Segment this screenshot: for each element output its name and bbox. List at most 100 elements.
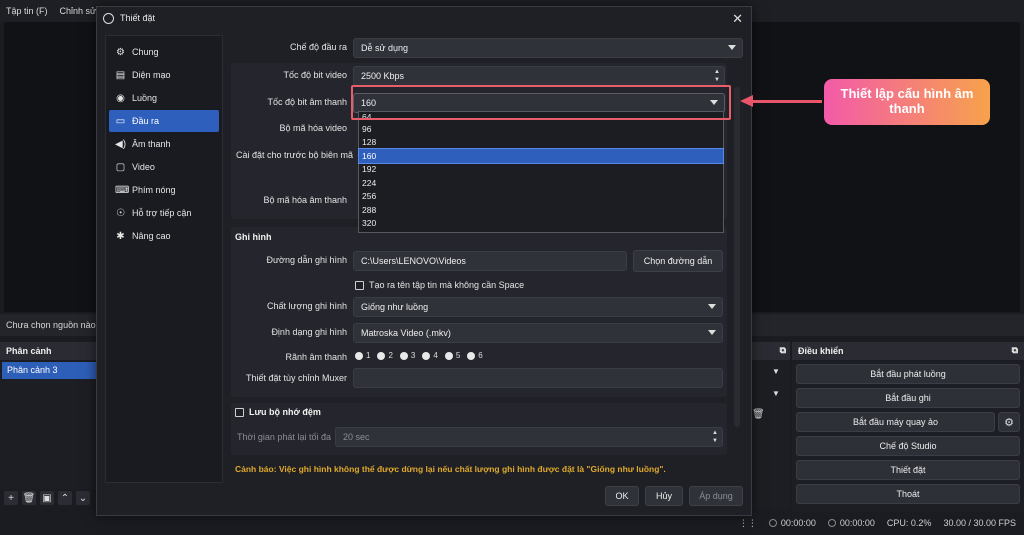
mixer-trash-icon[interactable]: 🗑 (752, 409, 765, 420)
track-label: 6 (478, 351, 483, 360)
replay-max-time-input[interactable]: 20 sec ▲ ▼ (335, 427, 723, 447)
dropdown-option[interactable]: 192 (359, 163, 723, 177)
video-bitrate-input[interactable]: 2500 Kbps ▲ ▼ (353, 66, 725, 86)
nav-item-audio[interactable]: ◀) Âm thanh (109, 133, 219, 155)
recording-path-input[interactable]: C:\Users\LENOVO\Videos (353, 251, 627, 271)
track-5[interactable]: 5 (444, 351, 461, 360)
menu-file[interactable]: Tập tin (F) (6, 6, 48, 22)
spin-arrows-icon[interactable]: ▲ ▼ (714, 68, 720, 84)
nav-item-video[interactable]: ▢ Video (109, 156, 219, 178)
ok-button[interactable]: OK (605, 486, 639, 506)
studio-mode-button[interactable]: Chế độ Studio (796, 436, 1020, 456)
browse-button[interactable]: Chọn đường dẫn (633, 250, 723, 272)
track-4[interactable]: 4 (422, 351, 438, 360)
gear-icon: ⚙ (116, 46, 125, 58)
nav-label: Phím nóng (132, 185, 176, 195)
radio-icon (377, 351, 386, 360)
replay-max-time-value: 20 sec (343, 432, 370, 442)
settings-button[interactable]: Thiết đặt (796, 460, 1020, 480)
dropdown-option[interactable]: 96 (359, 122, 723, 136)
nav-item-advanced[interactable]: ✱ Nâng cao (109, 225, 219, 247)
start-recording-button[interactable]: Bắt đầu ghi (796, 388, 1020, 408)
recording-path-label: Đường dẫn ghi hình (266, 255, 347, 265)
start-streaming-button[interactable]: Bắt đầu phát luồng (796, 364, 1020, 384)
dropdown-option-selected[interactable]: 160 (358, 148, 724, 164)
track-3[interactable]: 3 (399, 351, 416, 360)
nav-label: Video (132, 162, 155, 172)
nav-label: Nâng cao (132, 231, 171, 241)
undock-icon[interactable]: ⧉ (1012, 345, 1018, 356)
start-virtual-camera-button[interactable]: Bắt đầu máy quay ảo (796, 412, 995, 432)
audio-tracks-group: 1 2 3 4 5 6 (355, 351, 483, 360)
nav-item-accessibility[interactable]: ☉ Hỗ trợ tiếp cận (109, 202, 219, 224)
monitor-icon: ▢ (115, 161, 126, 173)
radio-icon (399, 351, 408, 360)
nav-label: Âm thanh (132, 139, 171, 149)
mixer-dropdown-icon-2[interactable]: ▼ (772, 389, 780, 398)
down-arrow-icon[interactable]: ⌄ (76, 491, 90, 505)
mixer-undock-icon[interactable]: ⧉ (780, 345, 786, 356)
nav-item-hotkeys[interactable]: ⌨ Phím nóng (109, 179, 219, 201)
scene-item[interactable]: Phân cảnh 3 (2, 362, 96, 379)
track-6[interactable]: 6 (467, 351, 483, 360)
output-mode-value: Dễ sử dụng (361, 43, 409, 53)
recording-quality-select[interactable]: Giống như luồng (353, 297, 723, 317)
track-label: 2 (388, 351, 393, 360)
no-space-checkbox[interactable] (355, 281, 364, 290)
nav-label: Đầu ra (132, 116, 160, 126)
scenes-header: Phân cảnh (0, 342, 98, 360)
keyboard-icon: ⌨ (115, 184, 130, 196)
nav-item-stream[interactable]: ◉ Luồng (109, 87, 219, 109)
controls-title: Điều khiển (798, 346, 844, 356)
radio-icon (467, 351, 476, 360)
dropdown-option[interactable]: 256 (359, 190, 723, 204)
radio-icon (355, 351, 363, 360)
fps-readout: 30.00 / 30.00 FPS (943, 518, 1016, 528)
recording-quality-label: Chất lượng ghi hình (267, 301, 347, 311)
recording-format-select[interactable]: Matroska Video (.mkv) (353, 323, 723, 343)
mixer-panel-edge: ▼ ▼ 🗑 (752, 341, 790, 509)
exit-button[interactable]: Thoát (796, 484, 1020, 504)
muxer-input[interactable] (353, 368, 723, 388)
recording-format-label: Định dạng ghi hình (271, 327, 347, 337)
virtual-camera-gear-icon[interactable]: ⚙ (998, 412, 1020, 432)
preview-edge-left (0, 22, 4, 312)
radio-icon (444, 351, 453, 360)
settings-scrollbar[interactable] (734, 87, 740, 427)
audio-bitrate-label: Tốc độ bit âm thanh (267, 97, 347, 107)
track-label: 5 (455, 351, 461, 360)
nav-item-output[interactable]: ▭ Đầu ra (109, 110, 219, 132)
menu-edit[interactable]: Chỉnh sửa (60, 6, 102, 22)
radio-icon (422, 351, 431, 360)
dropdown-option[interactable]: 288 (359, 203, 723, 217)
settings-dialog: Thiết đặt ✕ ⚙ Chung ▤ Diện mạo ◉ Luồng ▭ Đầu… (96, 6, 752, 516)
up-arrow-icon[interactable]: ⌃ (58, 491, 72, 505)
trash-icon[interactable]: 🗑 (22, 491, 36, 505)
muxer-label: Thiết đặt tùy chỉnh Muxer (245, 373, 347, 383)
dropdown-option[interactable]: 224 (359, 176, 723, 190)
track-2[interactable]: 2 (377, 351, 393, 360)
spin-arrows-icon[interactable]: ▲ ▼ (712, 429, 718, 445)
recording-quality-value: Giống như luồng (361, 302, 429, 312)
filter-icon[interactable]: ▣ (40, 491, 54, 505)
dialog-title: Thiết đặt (120, 13, 156, 23)
nav-item-appearance[interactable]: ▤ Diện mạo (109, 64, 219, 86)
replay-buffer-checkbox[interactable] (235, 408, 244, 417)
track-1[interactable]: 1 (355, 351, 370, 360)
track-label: 3 (410, 351, 416, 360)
apply-button[interactable]: Áp dụng (689, 486, 743, 506)
replay-buffer-title[interactable]: Lưu bộ nhớ đệm (249, 407, 321, 417)
dropdown-option[interactable]: 128 (359, 136, 723, 150)
cancel-button[interactable]: Hủy (645, 486, 683, 506)
nav-item-general[interactable]: ⚙ Chung (109, 41, 219, 63)
warning-text: Cảnh báo: Việc ghi hình không thể được d… (235, 464, 666, 474)
accessibility-icon: ☉ (116, 207, 125, 219)
chevron-down-icon (708, 330, 716, 335)
close-icon[interactable]: ✕ (732, 11, 743, 27)
dropdown-option[interactable]: 320 (359, 217, 723, 231)
add-icon[interactable]: + (4, 491, 18, 505)
mixer-dropdown-icon[interactable]: ▼ (772, 367, 780, 376)
output-mode-select[interactable]: Dễ sử dụng (353, 38, 743, 58)
annotation-arrow (752, 100, 822, 103)
stream-status: 00:00:00 (768, 518, 816, 528)
